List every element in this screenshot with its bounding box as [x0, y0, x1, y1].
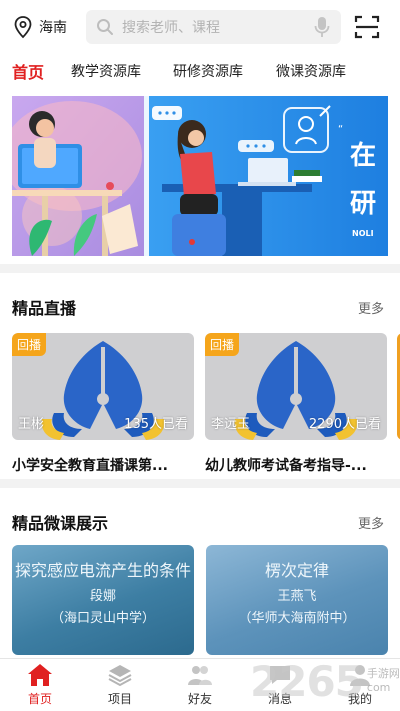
teacher-name: 王彬 — [18, 417, 45, 432]
nav-friends[interactable]: 好友 — [170, 663, 230, 707]
tab-home[interactable]: 首页 — [12, 59, 44, 83]
section-title: 精品微课展示 — [12, 514, 109, 533]
live-course-title[interactable]: 幼儿教师考试备考指导-... — [205, 455, 387, 475]
microcourse-school: （华师大海南附中） — [238, 611, 356, 626]
location-selector[interactable]: 海南 — [13, 15, 67, 39]
location-pin-icon — [14, 16, 32, 39]
nav-label: 我的 — [347, 692, 372, 706]
search-placeholder: 搜索老师、课程 — [122, 20, 220, 36]
microcourse-card[interactable]: 探究感应电流产生的条件 段娜 （海口灵山中学） — [12, 545, 194, 655]
tab-training-resources[interactable]: 研修资源库 — [173, 61, 243, 81]
replay-badge: 回播 — [12, 333, 47, 356]
layers-icon — [108, 665, 132, 687]
more-link[interactable]: 更多 — [358, 298, 384, 317]
microcourse-card[interactable]: 楞次定律 王燕飞 （华师大海南附中） — [206, 545, 388, 655]
viewer-count: 2290人已看 — [308, 417, 381, 432]
banner-illustration: “ 在 研 NOLI — [12, 96, 388, 256]
banner-text-large-1: 在 — [350, 141, 376, 171]
viewer-count: 135人已看 — [124, 417, 188, 432]
nav-home[interactable]: 首页 — [10, 663, 70, 707]
microcourse-title: 楞次定律 — [264, 561, 329, 580]
city-label: 海南 — [39, 20, 67, 36]
microcourse-school: （海口灵山中学） — [50, 611, 155, 626]
nav-label: 项目 — [107, 692, 132, 706]
tab-microcourse-resources[interactable]: 微课资源库 — [276, 61, 346, 81]
teacher-name: 李远玉 — [211, 417, 251, 432]
live-card[interactable]: 回播 王彬 135人已看 — [12, 333, 194, 440]
scan-icon[interactable] — [354, 14, 380, 40]
profile-icon — [350, 665, 370, 686]
replay-badge: 回播 — [205, 333, 240, 356]
friends-icon — [188, 666, 212, 685]
banner-carousel[interactable]: “ 在 研 NOLI — [12, 96, 388, 256]
search-icon — [97, 19, 113, 35]
banner-text-small: NOLI — [352, 229, 374, 238]
app-root: 海南 搜索老师、课程 首页 教学资源库 研修资源库 微课资源库 “ 在 研 NO… — [0, 0, 400, 711]
svg-text:“: “ — [338, 124, 343, 135]
top-bar: 海南 搜索老师、课程 — [0, 0, 400, 55]
category-tabs: 首页 教学资源库 研修资源库 微课资源库 — [0, 55, 400, 92]
featured-microcourse-section: 精品微课展示 更多 探究感应电流产生的条件 段娜 （海口灵山中学） 楞次定律 王… — [0, 488, 400, 658]
banner-text-large-2: 研 — [350, 189, 376, 219]
microcourse-title: 探究感应电流产生的条件 — [14, 561, 191, 580]
tab-teaching-resources[interactable]: 教学资源库 — [71, 61, 141, 81]
microcourse-teacher: 王燕飞 — [277, 589, 317, 604]
nav-label: 首页 — [27, 692, 52, 706]
nav-messages[interactable]: 消息 — [250, 663, 310, 707]
microcourse-teacher: 段娜 — [89, 589, 116, 604]
microphone-icon[interactable] — [313, 16, 331, 38]
home-icon — [28, 664, 52, 686]
nav-projects[interactable]: 项目 — [90, 663, 150, 707]
search-bar[interactable]: 搜索老师、课程 — [86, 10, 341, 44]
nav-label: 消息 — [267, 692, 292, 706]
nav-label: 好友 — [187, 692, 212, 706]
bottom-navigation: 首页 项目 好友 消息 我的 — [0, 658, 400, 711]
section-title: 精品直播 — [12, 299, 77, 318]
message-icon — [270, 666, 290, 684]
featured-live-section: 精品直播 更多 回播 王彬 135人已看 回播 李远玉 2290人已看 小学安全… — [0, 273, 400, 479]
nav-profile[interactable]: 我的 — [330, 663, 390, 707]
more-link[interactable]: 更多 — [358, 513, 384, 532]
live-course-title[interactable]: 小学安全教育直播课第... — [12, 455, 194, 475]
live-card[interactable]: 回播 李远玉 2290人已看 — [205, 333, 387, 440]
banner-area: “ 在 研 NOLI — [0, 92, 400, 264]
